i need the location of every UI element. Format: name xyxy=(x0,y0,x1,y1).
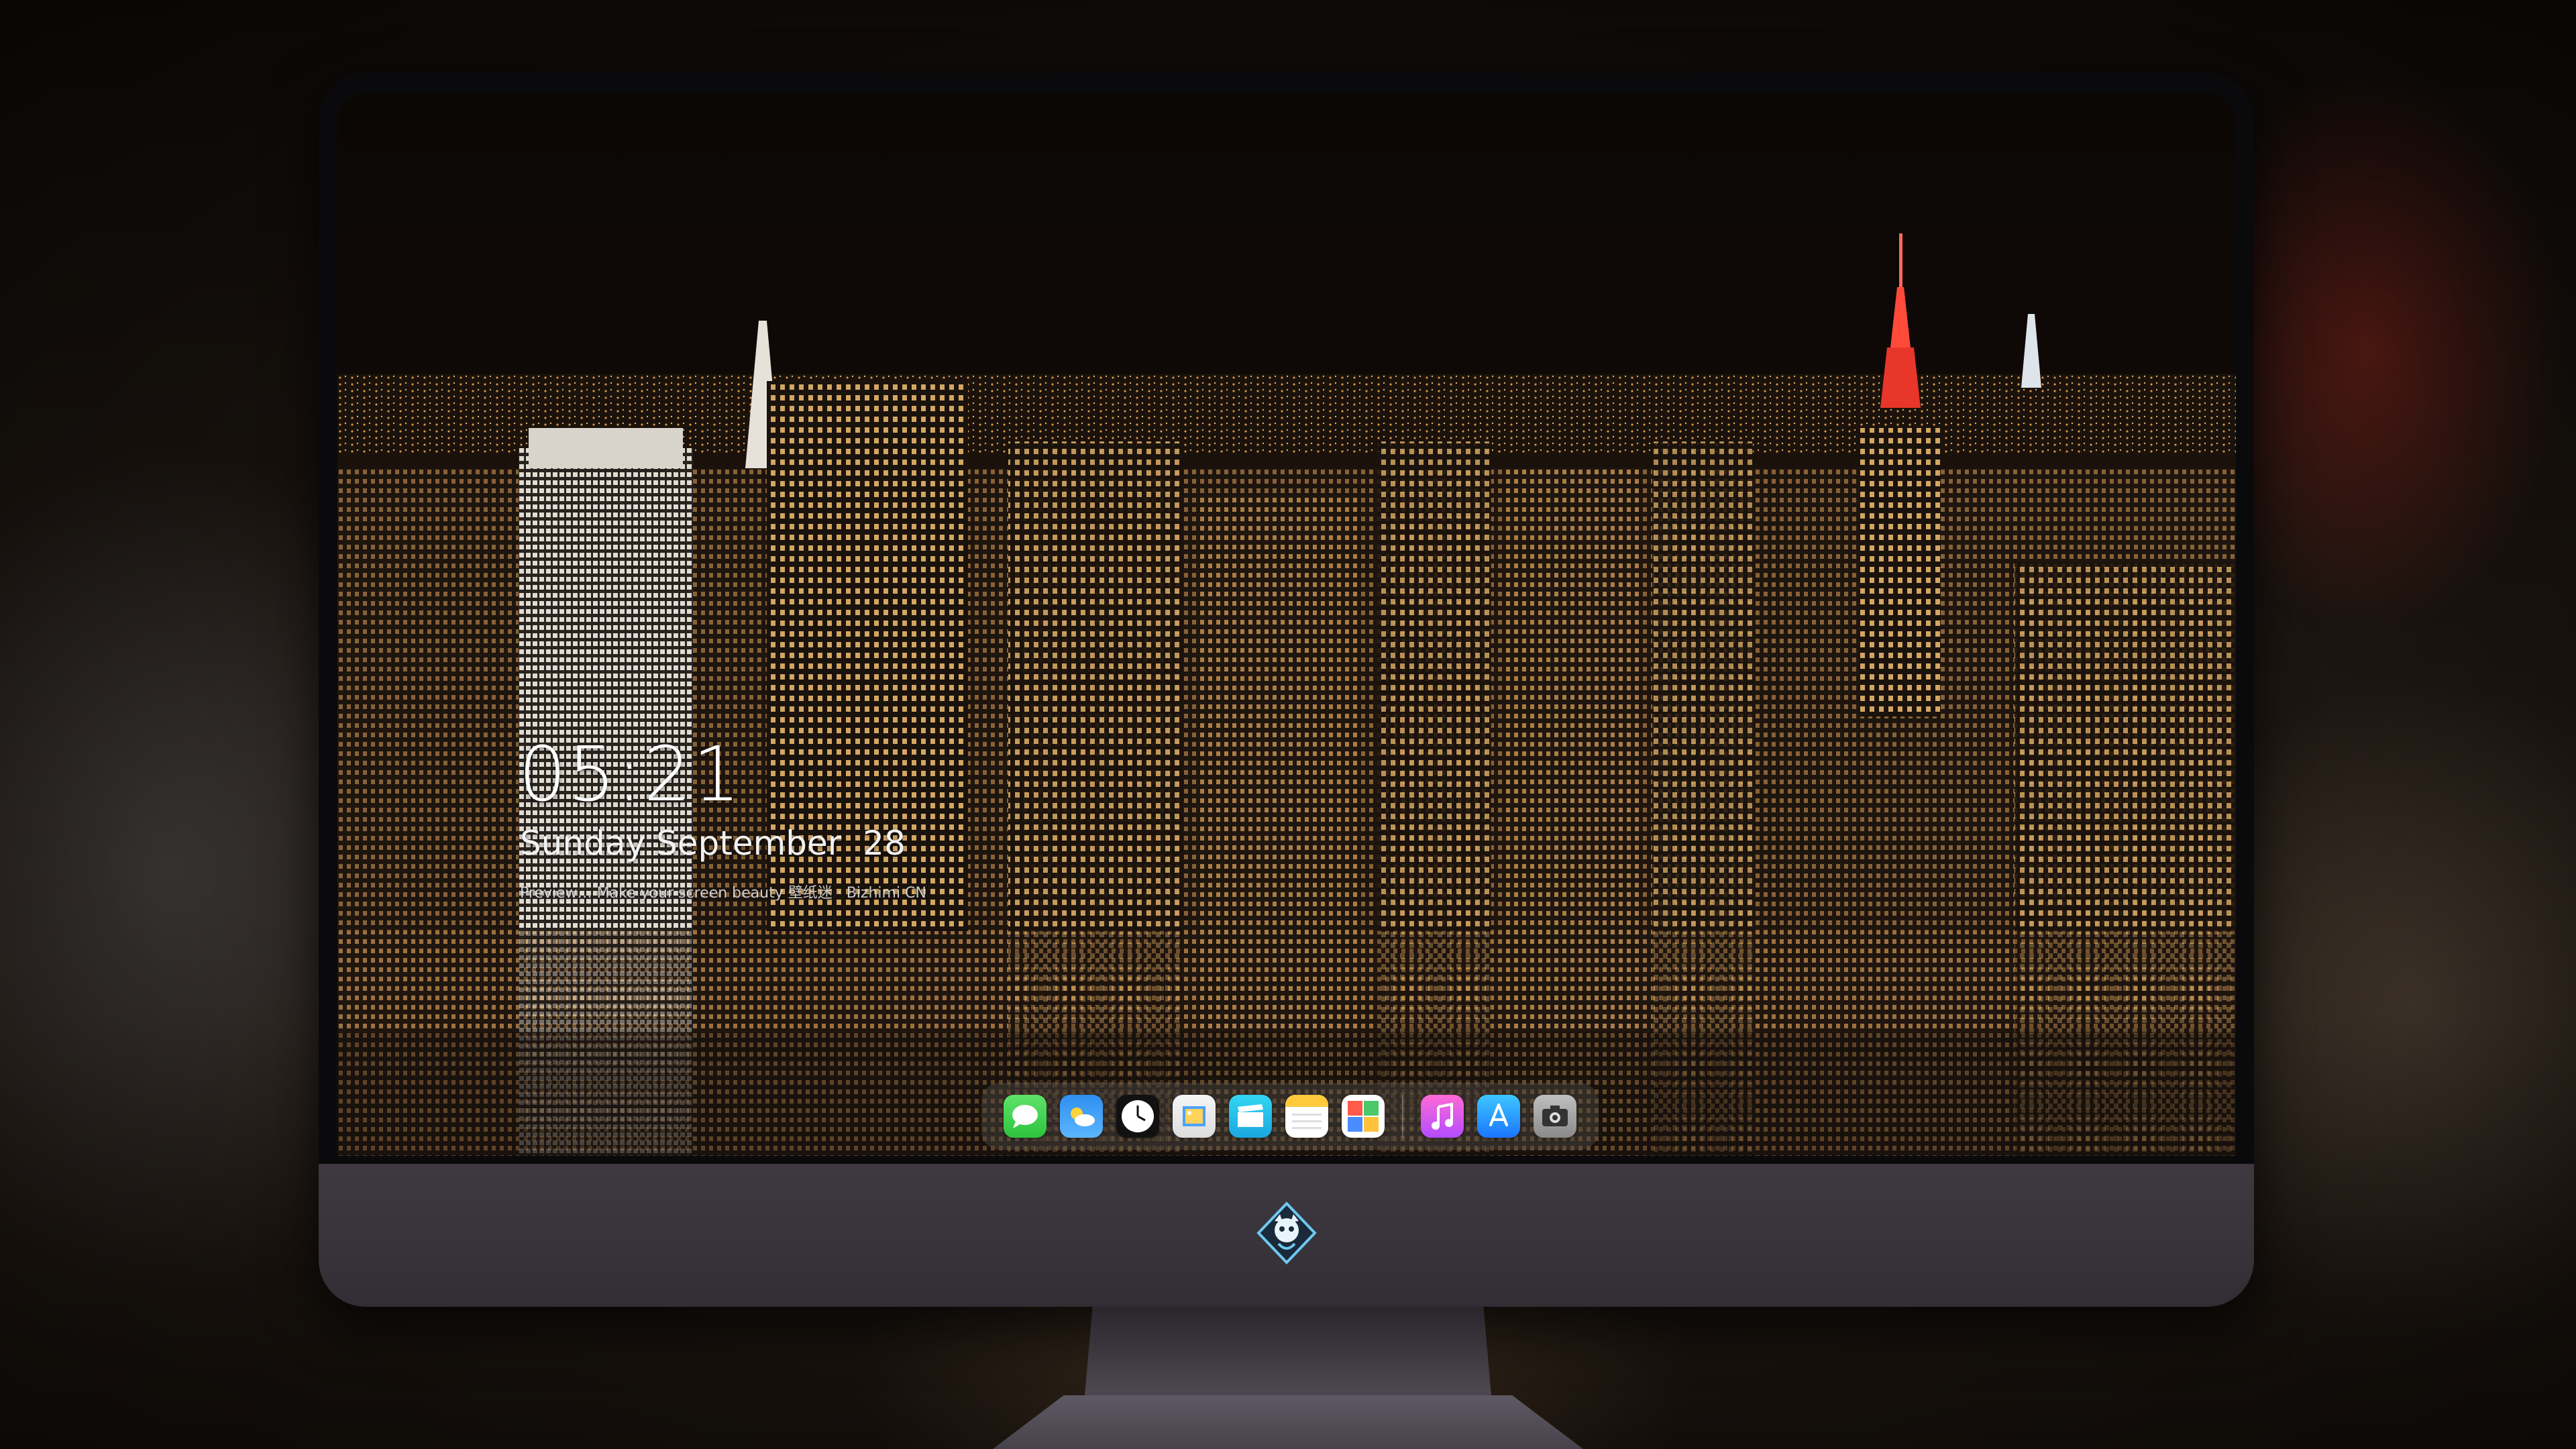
dock-separator xyxy=(1402,1095,1403,1138)
camera-icon[interactable] xyxy=(1534,1095,1576,1138)
clips-icon[interactable] xyxy=(1229,1095,1272,1138)
dock xyxy=(981,1083,1599,1150)
clock-icon[interactable] xyxy=(1116,1095,1159,1138)
messages-icon[interactable] xyxy=(1004,1095,1046,1138)
app-store-icon[interactable] xyxy=(1477,1095,1520,1138)
weather-icon[interactable] xyxy=(1060,1095,1103,1138)
monitor-stand-base xyxy=(993,1395,1583,1449)
photobooth-icon[interactable] xyxy=(1342,1095,1385,1138)
lock-date: Sunday September 28 xyxy=(520,824,906,863)
wallpaper-caption: Preview… Make your screen beauty 壁纸迷 · B… xyxy=(520,885,926,902)
notes-icon[interactable] xyxy=(1285,1095,1328,1138)
screen: 05:21 Sunday September 28 Preview… Make … xyxy=(337,93,2236,1156)
lock-clock: 05:21 xyxy=(519,731,742,818)
brand-logo-icon xyxy=(1256,1201,1317,1265)
city-night-wallpaper xyxy=(337,93,2236,1156)
preview-icon[interactable] xyxy=(1173,1095,1216,1138)
itunes-icon[interactable] xyxy=(1421,1095,1464,1138)
